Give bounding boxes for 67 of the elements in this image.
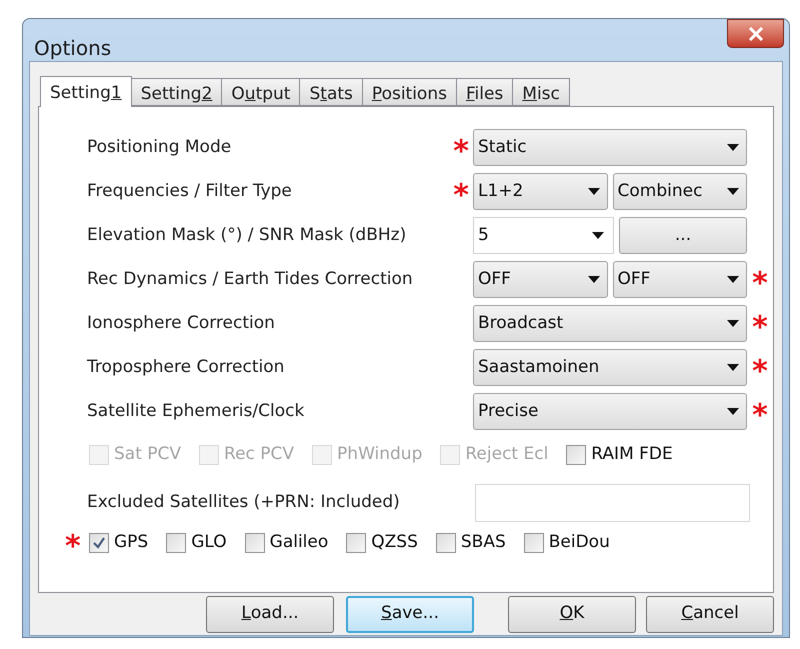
asterisk-mark: * <box>752 400 768 430</box>
checkbox[interactable] <box>244 533 265 553</box>
setting-label: Ionosphere Correction <box>86 312 276 335</box>
checkbox-label: Reject Ecl <box>465 443 548 466</box>
dropdown[interactable]: L1+2 <box>473 173 608 210</box>
setting-label: Troposphere Correction <box>86 356 286 379</box>
close-icon <box>748 26 764 40</box>
asterisk-mark: * <box>752 356 768 386</box>
checkbox-label: BeiDou <box>548 531 610 554</box>
close-button[interactable] <box>727 19 784 48</box>
checkbox[interactable] <box>346 533 366 553</box>
tab[interactable]: Positions <box>362 78 457 106</box>
dropdown[interactable]: OFF <box>612 261 747 298</box>
tab[interactable]: Setting2 <box>132 78 222 106</box>
checkbox-label: SBAS <box>460 531 506 554</box>
tab[interactable]: Misc <box>513 78 570 106</box>
checkbox[interactable] <box>524 533 544 553</box>
checkbox-label: GLO <box>191 531 227 554</box>
dropdown[interactable]: OFF <box>473 261 608 298</box>
checkbox-label: RAIM FDE <box>591 443 673 466</box>
checkbox-label: Sat PCV <box>114 443 182 466</box>
caret-icon <box>727 188 739 195</box>
excluded-satellites-label: Excluded Satellites (+PRN: Included) <box>87 491 400 514</box>
caret-icon <box>727 364 739 371</box>
dialog-button[interactable]: Load... <box>206 596 334 632</box>
checkbox-label: Rec PCV <box>224 443 294 466</box>
checkbox[interactable] <box>166 533 186 553</box>
setting-label: Frequencies / Filter Type <box>86 180 293 203</box>
dropdown[interactable]: 5 <box>473 217 614 254</box>
tab[interactable]: Setting1 <box>40 76 132 107</box>
setting-label: Rec Dynamics / Earth Tides Correction <box>86 268 414 291</box>
dropdown[interactable]: Broadcast <box>473 305 747 342</box>
dropdown[interactable]: Saastamoinen <box>473 349 747 386</box>
window-title: Options <box>34 35 112 62</box>
more-button[interactable]: ... <box>619 217 747 254</box>
checkbox-label: QZSS <box>371 531 418 554</box>
checkbox[interactable] <box>566 445 586 465</box>
caret-icon <box>592 232 604 239</box>
caret-icon <box>588 276 600 283</box>
asterisk-mark: * <box>752 312 768 342</box>
dialog-button[interactable]: OK <box>508 596 636 632</box>
caret-icon <box>727 144 739 151</box>
checkbox[interactable] <box>89 533 109 553</box>
caret-icon <box>588 188 600 195</box>
dropdown[interactable]: Static <box>473 129 747 166</box>
tab[interactable]: Files <box>456 78 514 106</box>
asterisk-mark: * <box>453 136 469 166</box>
checkbox-label: GPS <box>114 531 148 554</box>
dropdown[interactable]: Precise <box>473 393 747 430</box>
tab[interactable]: Output <box>222 78 300 106</box>
checkbox[interactable] <box>436 533 456 553</box>
asterisk-mark: * <box>453 180 469 210</box>
caret-icon <box>727 408 739 415</box>
asterisk-mark: * <box>65 532 81 562</box>
dialog-button[interactable]: Cancel <box>646 596 774 632</box>
checkbox-label: Galileo <box>270 531 328 554</box>
setting-label: Satellite Ephemeris/Clock <box>86 400 306 423</box>
asterisk-mark: * <box>752 268 768 298</box>
caret-icon <box>727 320 739 327</box>
tab[interactable]: Stats <box>300 78 363 106</box>
dropdown[interactable]: Combinec <box>612 173 747 210</box>
dialog-button[interactable]: Save... <box>346 596 474 632</box>
setting-label: Positioning Mode <box>86 136 232 159</box>
setting-label: Elevation Mask (°) / SNR Mask (dBHz) <box>86 224 408 247</box>
checkbox-label: PhWindup <box>337 443 422 466</box>
caret-icon <box>727 276 739 283</box>
excluded-satellites-field[interactable] <box>475 484 750 522</box>
